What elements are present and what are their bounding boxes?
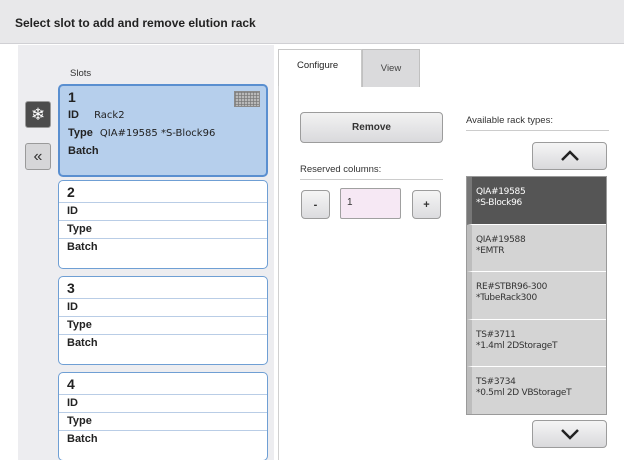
rack-type-code: RE#STBR96-300 [476,282,548,292]
slot-id-row: ID [59,298,267,316]
type-label: Type [67,319,92,331]
slot-1[interactable]: 1 ID Rack2 Type QIA#19585 *S-Block96 Bat… [58,84,268,177]
batch-label: Batch [68,145,99,157]
slot-3[interactable]: 3 ID Type Batch [58,276,268,365]
slot-number: 2 [67,184,75,200]
type-label: Type [67,415,92,427]
chevron-up-icon [560,150,579,161]
slot-type-row: Type QIA#19585 *S-Block96 [60,125,266,143]
slot-4[interactable]: 4 ID Type Batch [58,372,268,460]
slot-type-row: Type [59,412,267,430]
rack-type-name: *TubeRack300 [476,293,537,303]
slot-batch-row: Batch [59,238,267,256]
slot-batch-row: Batch [59,334,267,352]
slot-id-row: ID [59,394,267,412]
tab-view[interactable]: View [362,49,420,87]
slot-batch-row: Batch [60,143,266,161]
slot-type-row: Type [59,316,267,334]
scroll-up-button[interactable] [532,142,607,170]
reserved-columns-label: Reserved columns: [300,164,382,175]
slot-id-value: Rack2 [94,110,125,121]
rack-type-item[interactable]: QIA#19585 *S-Block96 [467,177,606,225]
rack-icon [234,91,260,107]
page-title: Select slot to add and remove elution ra… [15,16,256,30]
tab-configure[interactable]: Configure [278,49,362,87]
rack-type-name: *S-Block96 [476,198,522,208]
divider [278,86,279,460]
rack-type-code: QIA#19588 [476,234,526,245]
slot-type-row: Type [59,220,267,238]
scroll-down-button[interactable] [532,420,607,448]
header-bar: Select slot to add and remove elution ra… [0,0,624,44]
slot-batch-row: Batch [59,430,267,448]
rack-type-code: TS#3711 [476,329,516,340]
batch-label: Batch [67,241,98,253]
batch-label: Batch [67,337,98,349]
rack-type-code: QIA#19585 [476,187,526,197]
collapse-icon[interactable]: « [25,143,51,170]
decrement-button[interactable]: - [301,190,330,219]
slot-number: 4 [67,376,75,392]
slot-2[interactable]: 2 ID Type Batch [58,180,268,269]
rack-type-list: QIA#19585 *S-Block96 QIA#19588 *EMTR RE#… [466,176,607,415]
slot-type-value: QIA#19585 *S-Block96 [99,128,216,139]
rack-type-name: *1.4ml 2DStorageT [476,340,558,351]
rack-type-code: TS#3734 [476,377,516,387]
id-label: ID [67,205,78,217]
slot-id-row: ID Rack2 [60,107,266,125]
slot-number: 3 [67,280,75,296]
available-rack-types-label: Available rack types: [466,115,553,126]
rack-type-item[interactable]: TS#3734 *0.5ml 2D VBStorageT [467,367,606,414]
id-label: ID [67,397,78,409]
rack-type-item[interactable]: QIA#19588 *EMTR [467,224,606,272]
rack-type-name: *EMTR [476,245,505,256]
slot-id-row: ID [59,202,267,220]
divider [300,179,443,180]
batch-label: Batch [67,433,98,445]
id-label: ID [68,109,79,121]
reserved-columns-input[interactable]: 1 [340,188,401,219]
slots-label: Slots [70,68,92,79]
type-label: Type [68,127,93,139]
divider [466,130,609,131]
chevron-down-icon [560,429,579,440]
type-label: Type [67,223,92,235]
rack-type-item[interactable]: RE#STBR96-300 *TubeRack300 [467,272,606,320]
snowflake-icon[interactable]: ❄ [25,101,51,128]
rack-type-name: *0.5ml 2D VBStorageT [476,388,572,398]
rack-type-item[interactable]: TS#3711 *1.4ml 2DStorageT [467,319,606,367]
remove-button[interactable]: Remove [300,112,443,143]
increment-button[interactable]: + [412,190,441,219]
id-label: ID [67,301,78,313]
